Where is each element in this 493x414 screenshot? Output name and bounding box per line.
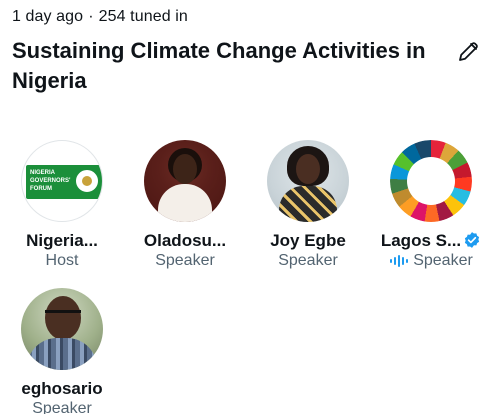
- participant-name: Oladosu...: [143, 231, 227, 250]
- participant-speaker[interactable]: Oladosu... Speaker: [123, 140, 247, 271]
- avatar: [144, 140, 226, 222]
- speaking-waveform-icon: [390, 255, 409, 267]
- participant-host[interactable]: NIGERIA GOVERNORS' FORUM Nigeria... Host: [0, 140, 124, 271]
- participants-grid: NIGERIA GOVERNORS' FORUM Nigeria... Host O…: [0, 0, 493, 414]
- avatar-glasses: [45, 310, 81, 318]
- avatar-shirt: [158, 184, 212, 222]
- avatar-shirt: [27, 338, 97, 370]
- participant-speaker[interactable]: Lagos S... Speaker: [369, 140, 493, 271]
- avatar: [267, 140, 349, 222]
- avatar-face: [296, 154, 320, 184]
- logo-text: NIGERIA GOVERNORS' FORUM: [30, 170, 71, 192]
- sdg-wheel-center: [407, 157, 455, 205]
- avatar: NIGERIA GOVERNORS' FORUM: [21, 140, 103, 222]
- participant-name: eghosario: [21, 379, 103, 398]
- participant-speaker[interactable]: Joy Egbe Speaker: [246, 140, 370, 271]
- participant-role: Speaker: [32, 400, 92, 414]
- avatar: [390, 140, 472, 222]
- avatar-head: [45, 296, 81, 340]
- avatar: [21, 288, 103, 370]
- participant-role: Speaker: [278, 252, 338, 269]
- participant-role: Speaker: [369, 251, 493, 271]
- participant-role: Speaker: [155, 252, 215, 269]
- participant-speaker[interactable]: eghosario Speaker: [0, 288, 124, 414]
- participant-name: Lagos S...: [369, 230, 493, 251]
- verified-badge-icon: [465, 232, 480, 248]
- participant-name: Joy Egbe: [270, 231, 346, 250]
- participant-name: Nigeria...: [26, 231, 98, 250]
- avatar-face: [173, 154, 197, 184]
- coat-of-arms-icon: [74, 168, 100, 194]
- avatar-top: [279, 186, 337, 222]
- participant-role: Host: [45, 252, 79, 269]
